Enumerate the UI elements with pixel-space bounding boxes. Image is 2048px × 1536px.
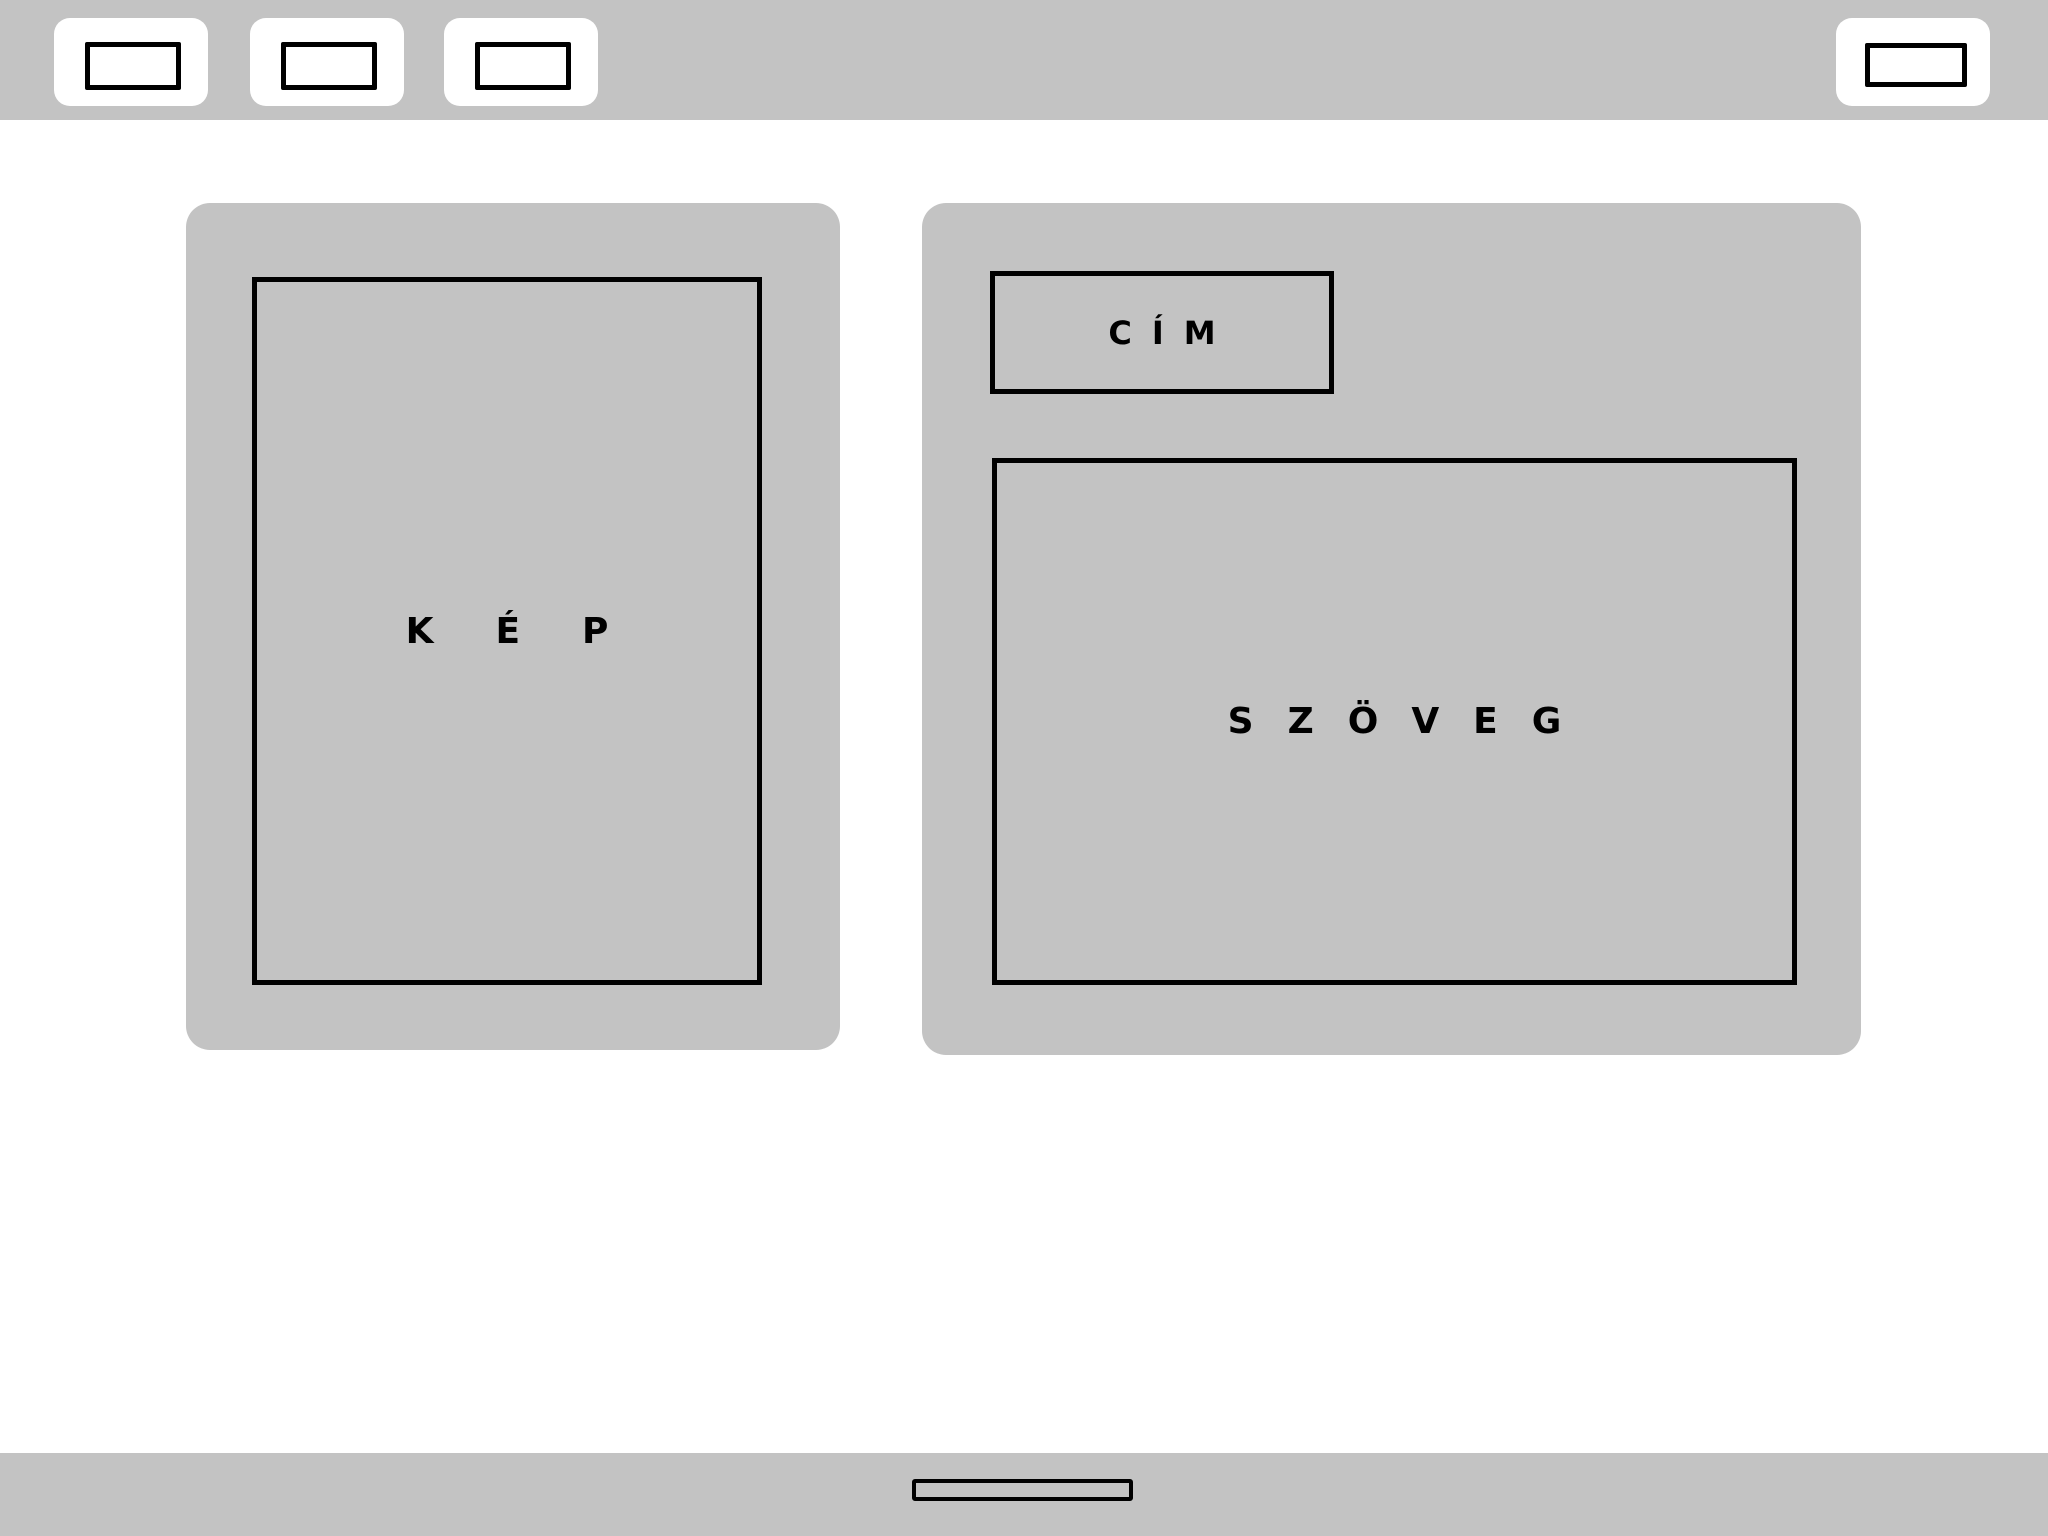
rectangle-outline-icon	[85, 42, 181, 90]
bottom-bar	[0, 1453, 2048, 1536]
title-placeholder-label: CÍM	[1108, 313, 1236, 352]
rectangle-outline-icon	[1865, 43, 1967, 87]
text-placeholder[interactable]: SZÖVEG	[992, 458, 1797, 985]
image-card: KÉP	[186, 203, 840, 1050]
bottom-slot-button[interactable]	[912, 1479, 1133, 1501]
text-placeholder-label: SZÖVEG	[1227, 701, 1596, 742]
rectangle-outline-icon	[475, 42, 571, 90]
title-placeholder[interactable]: CÍM	[990, 271, 1334, 394]
nav-button-1[interactable]	[54, 18, 208, 106]
nav-button-3[interactable]	[444, 18, 598, 106]
top-navigation-bar	[0, 0, 2048, 120]
image-placeholder[interactable]: KÉP	[252, 277, 762, 985]
nav-button-2[interactable]	[250, 18, 404, 106]
rectangle-outline-icon	[281, 42, 377, 90]
image-placeholder-label: KÉP	[405, 610, 671, 652]
nav-button-right[interactable]	[1836, 18, 1990, 106]
wireframe-page: KÉP CÍM SZÖVEG	[0, 0, 2048, 1536]
content-card: CÍM SZÖVEG	[922, 203, 1861, 1055]
